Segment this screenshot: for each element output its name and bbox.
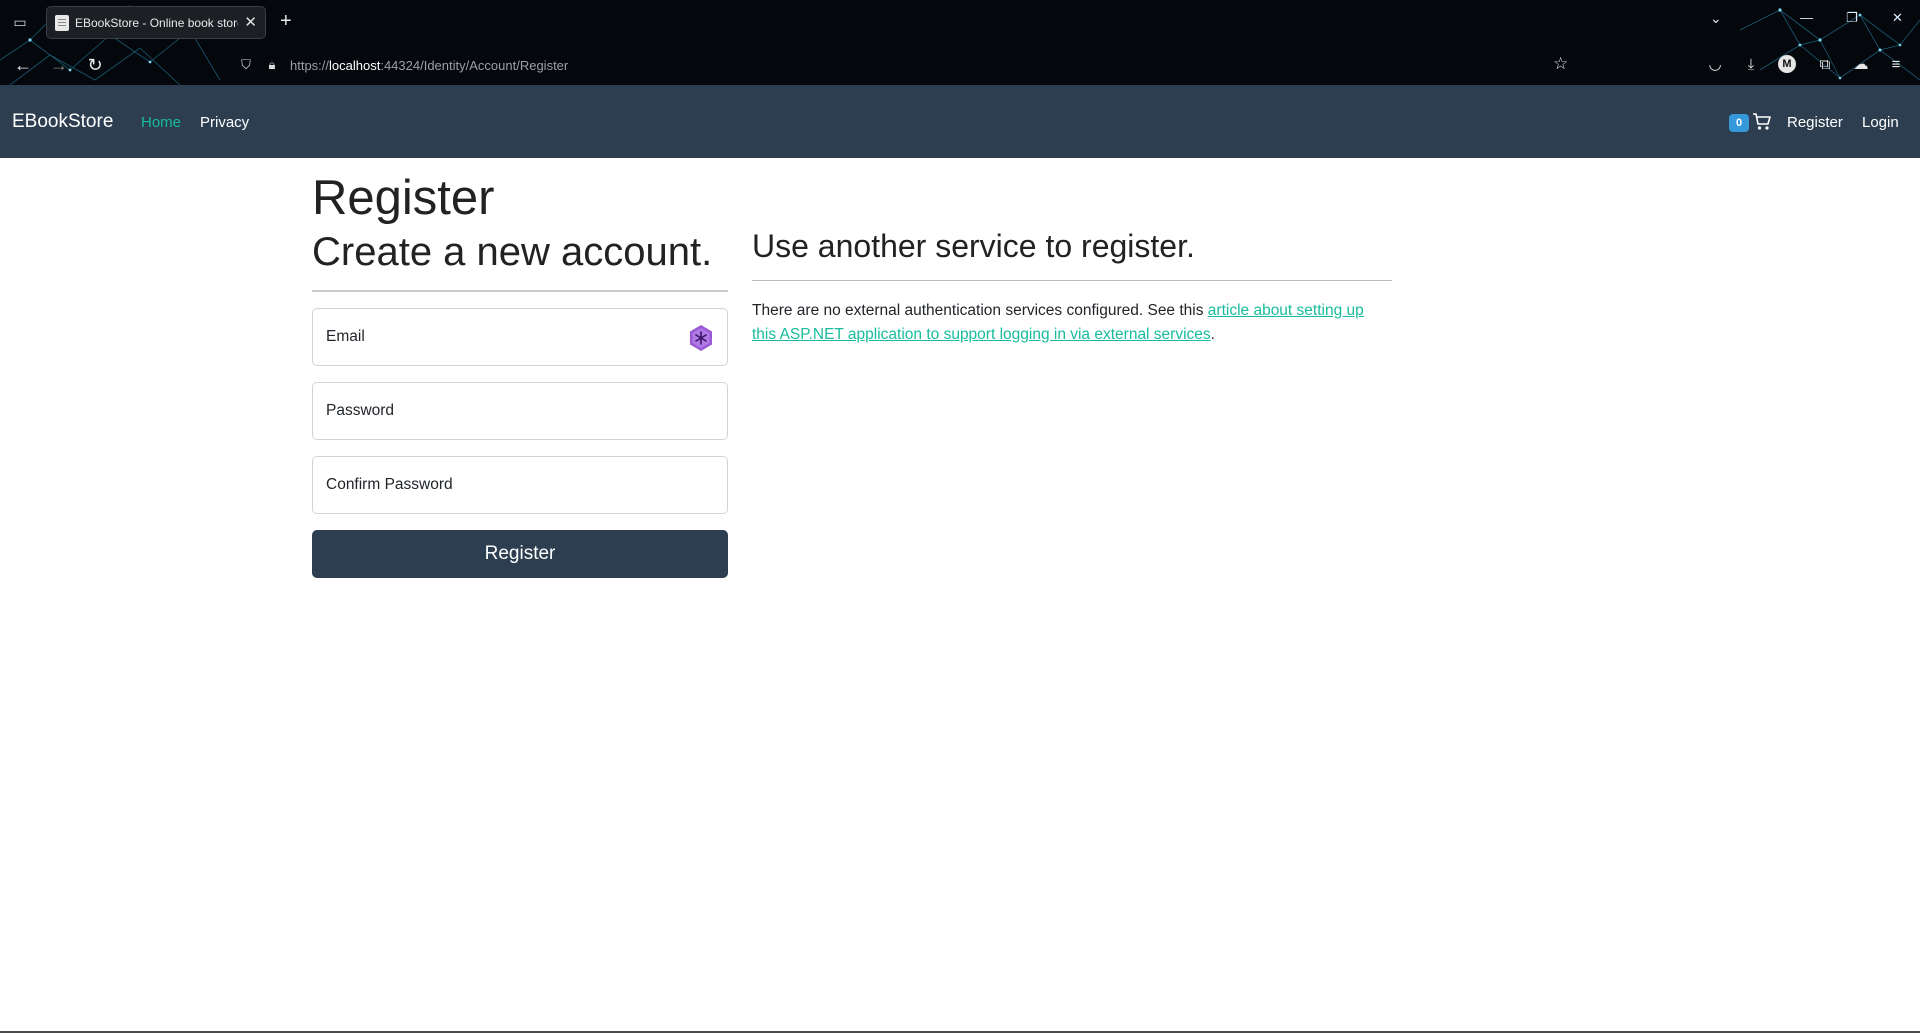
tab-title: EBookStore - Online book store bbox=[75, 15, 239, 30]
new-tab-button[interactable]: + bbox=[280, 10, 292, 32]
password-manager-icon[interactable] bbox=[688, 324, 714, 352]
password-label: Password bbox=[326, 402, 395, 419]
register-form: Create a new account. Email Password Con… bbox=[312, 228, 728, 578]
external-info-text: There are no external authentication ser… bbox=[752, 299, 1392, 347]
nav-register-link[interactable]: Register bbox=[1787, 114, 1843, 131]
confirm-password-label: Confirm Password bbox=[326, 476, 453, 493]
tab-list-icon[interactable]: ▭ bbox=[10, 12, 30, 32]
lock-icon[interactable]: 🔒︎ bbox=[264, 57, 280, 73]
menu-icon[interactable]: ≡ bbox=[1885, 53, 1907, 75]
url-text[interactable]: https://localhost:44324/Identity/Account… bbox=[290, 58, 568, 73]
browser-tab-active[interactable]: EBookStore - Online book store ✕ bbox=[46, 6, 266, 39]
shield-icon[interactable]: ⛉ bbox=[238, 57, 254, 73]
register-submit-button[interactable]: Register bbox=[312, 530, 728, 578]
brand-link[interactable]: EBookStore bbox=[12, 111, 113, 133]
download-icon[interactable]: ⤓ bbox=[1740, 53, 1762, 75]
close-window-icon[interactable]: ✕ bbox=[1892, 10, 1903, 26]
form-heading: Create a new account. bbox=[312, 230, 713, 274]
forward-arrow-icon[interactable]: → bbox=[46, 52, 72, 78]
reload-icon[interactable]: ↻ bbox=[82, 52, 108, 78]
external-login-section: Use another service to register. There a… bbox=[752, 228, 1392, 347]
external-heading: Use another service to register. bbox=[752, 228, 1195, 264]
external-text-before: There are no external authentication ser… bbox=[752, 302, 1208, 319]
site-navbar: EBookStore Home Privacy 0 Register Login bbox=[0, 85, 1920, 158]
email-field[interactable]: Email bbox=[312, 308, 728, 366]
minimize-icon[interactable]: — bbox=[1800, 10, 1813, 25]
email-label: Email bbox=[326, 328, 365, 345]
extensions-icon[interactable]: ⧉ bbox=[1814, 53, 1836, 75]
tab-close-icon[interactable]: ✕ bbox=[244, 15, 257, 30]
page-title: Register bbox=[312, 171, 495, 225]
restore-icon[interactable]: ❐ bbox=[1846, 10, 1858, 26]
address-bar[interactable]: ⛉ 🔒︎ https://localhost:44324/Identity/Ac… bbox=[232, 50, 1582, 80]
page-favicon-icon bbox=[55, 14, 69, 31]
password-field[interactable]: Password bbox=[312, 382, 728, 440]
nav-login-link[interactable]: Login bbox=[1862, 114, 1899, 131]
cart-icon[interactable] bbox=[1752, 110, 1772, 132]
account-icon[interactable]: M bbox=[1778, 55, 1796, 73]
nav-privacy-link[interactable]: Privacy bbox=[200, 114, 249, 131]
external-divider bbox=[752, 280, 1392, 281]
main-content: Register Create a new account. Email Pas… bbox=[312, 158, 1392, 858]
extension-cloud-icon[interactable]: ☁ bbox=[1850, 53, 1872, 75]
form-divider bbox=[312, 290, 728, 292]
bookmark-star-icon[interactable]: ☆ bbox=[1553, 54, 1568, 74]
back-arrow-icon[interactable]: ← bbox=[10, 52, 36, 78]
nav-home-link[interactable]: Home bbox=[141, 114, 181, 131]
confirm-password-field[interactable]: Confirm Password bbox=[312, 456, 728, 514]
external-text-after: . bbox=[1210, 326, 1215, 343]
pocket-icon[interactable]: ◡ bbox=[1704, 53, 1726, 75]
cart-count-badge[interactable]: 0 bbox=[1729, 114, 1749, 132]
browser-chrome: ▭ EBookStore - Online book store ✕ + ⌄ —… bbox=[0, 0, 1920, 85]
tab-overflow-chevron-icon[interactable]: ⌄ bbox=[1710, 10, 1722, 27]
